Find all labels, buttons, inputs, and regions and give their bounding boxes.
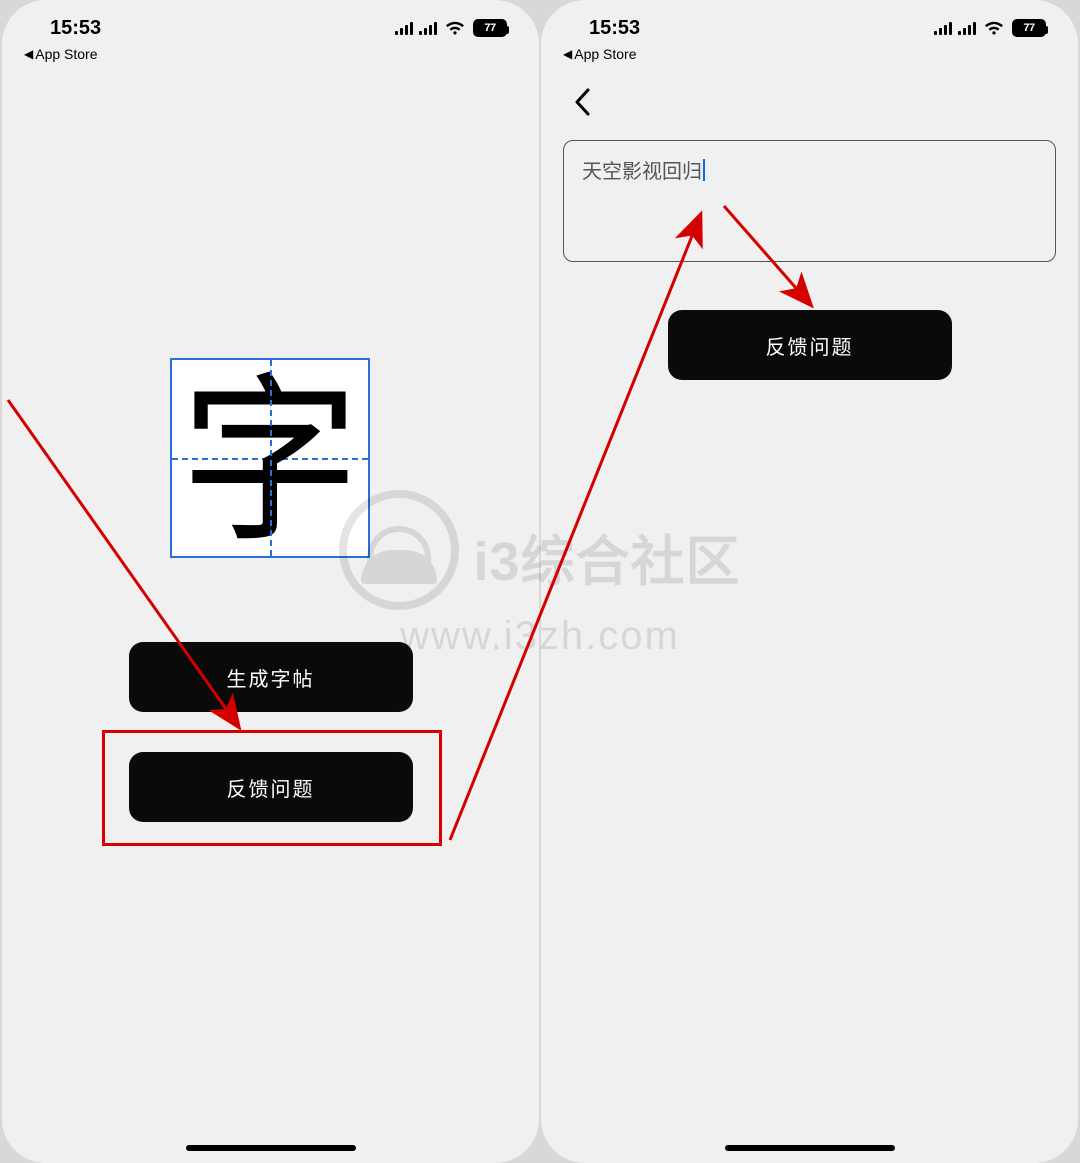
annotation-highlight-box [102, 730, 442, 846]
wifi-icon [984, 21, 1004, 36]
cellular-signal-icon [395, 21, 413, 35]
character-grid-box: 字 [170, 358, 370, 558]
feedback-input-value: 天空影视回归 [582, 155, 702, 184]
status-bar: 15:53 77 [2, 8, 539, 48]
back-triangle-icon: ◀ [563, 47, 572, 61]
cellular-signal-icon [419, 21, 437, 35]
phone-screenshot-left: 15:53 77 ◀ App Store 字 生成字帖 反馈问题 [2, 0, 539, 1163]
generate-copybook-button[interactable]: 生成字帖 [129, 642, 413, 712]
chevron-left-icon [573, 88, 591, 116]
submit-feedback-button[interactable]: 反馈问题 [668, 310, 952, 380]
breadcrumb-back-app[interactable]: ◀ App Store [541, 46, 1078, 62]
home-indicator[interactable] [186, 1145, 356, 1151]
back-button[interactable] [563, 84, 601, 128]
status-time: 15:53 [50, 17, 101, 40]
cellular-signal-icon [934, 21, 952, 35]
home-indicator[interactable] [725, 1145, 895, 1151]
back-triangle-icon: ◀ [24, 47, 33, 61]
back-app-label: App Store [35, 46, 97, 62]
phone-screenshot-right: 15:53 77 ◀ App Store 天空影视回归 反馈问题 [541, 0, 1078, 1163]
battery-icon: 77 [1012, 19, 1046, 37]
breadcrumb-back-app[interactable]: ◀ App Store [2, 46, 539, 62]
status-time: 15:53 [589, 17, 640, 40]
battery-icon: 77 [473, 19, 507, 37]
cellular-signal-icon [958, 21, 976, 35]
character-glyph: 字 [172, 366, 368, 562]
status-bar: 15:53 77 [541, 8, 1078, 48]
status-right: 77 [934, 19, 1046, 37]
back-app-label: App Store [574, 46, 636, 62]
wifi-icon [445, 21, 465, 36]
feedback-text-input[interactable]: 天空影视回归 [563, 140, 1056, 262]
text-cursor [703, 159, 705, 181]
status-right: 77 [395, 19, 507, 37]
